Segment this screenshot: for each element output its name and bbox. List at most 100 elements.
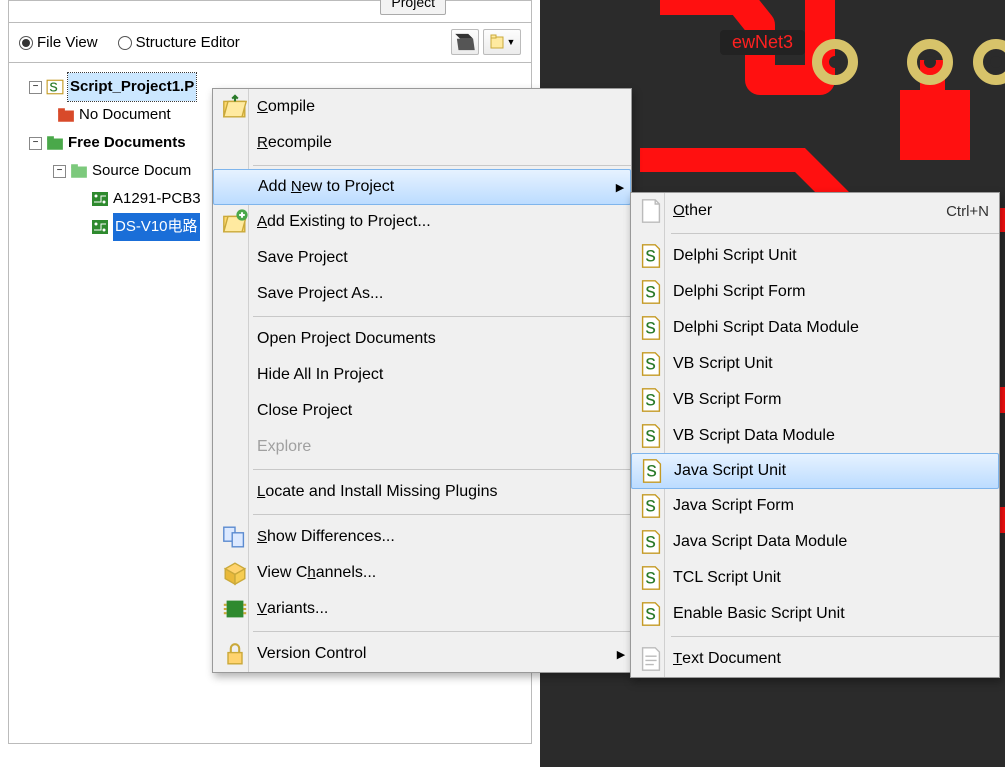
submenu-java-script-unit[interactable]: s Java Script Unit <box>631 453 999 489</box>
submenu-label: Text Document <box>673 650 999 668</box>
menu-open-project-documents[interactable]: Open Project Documents <box>213 321 631 357</box>
script-doc-icon: s <box>637 492 665 520</box>
menu-label: View Channels... <box>257 564 631 582</box>
submenu-label: Java Script Form <box>673 497 999 515</box>
submenu-arrow-icon: ▶ <box>611 648 631 661</box>
menu-separator <box>253 631 631 632</box>
radio-checked-icon <box>19 36 33 50</box>
menu-label: Locate and Install Missing Plugins <box>257 483 631 501</box>
menu-separator <box>671 233 999 234</box>
menu-add-existing[interactable]: Add Existing to Project... <box>213 204 631 240</box>
script-doc-icon: s <box>637 564 665 592</box>
script-doc-icon: s <box>637 600 665 628</box>
tree-root-label: Script_Project1.P <box>68 73 196 101</box>
chip-icon <box>221 595 249 623</box>
menu-explore: Explore <box>213 429 631 465</box>
menu-label: Save Project As... <box>257 285 631 303</box>
svg-text:s: s <box>645 352 656 375</box>
pcb-doc-icon <box>91 190 109 208</box>
submenu-tcl-unit[interactable]: s TCL Script Unit <box>631 560 999 596</box>
script-doc-icon: s <box>637 278 665 306</box>
file-view-label: File View <box>37 34 98 51</box>
submenu-vb-form[interactable]: s VB Script Form <box>631 382 999 418</box>
menu-hide-all[interactable]: Hide All In Project <box>213 357 631 393</box>
add-new-submenu: Other Ctrl+N s Delphi Script Unit s Delp… <box>630 192 1000 678</box>
project-button[interactable]: Project <box>380 0 446 15</box>
document-icon <box>637 197 665 225</box>
svg-text:s: s <box>646 459 657 482</box>
svg-text:s: s <box>645 424 656 447</box>
script-doc-icon: s <box>637 386 665 414</box>
toolbar-button-1[interactable] <box>451 29 479 55</box>
structure-editor-radio[interactable]: Structure Editor <box>118 34 240 51</box>
submenu-label: TCL Script Unit <box>673 569 999 587</box>
submenu-delphi-unit[interactable]: s Delphi Script Unit <box>631 238 999 274</box>
submenu-delphi-form[interactable]: s Delphi Script Form <box>631 274 999 310</box>
submenu-text-document[interactable]: Text Document <box>631 641 999 677</box>
cube-icon <box>221 559 249 587</box>
menu-add-new-to-project[interactable]: Add New to Project ▶ <box>213 169 631 205</box>
menu-separator <box>671 636 999 637</box>
submenu-label: Other <box>673 202 946 220</box>
folder-open-icon <box>221 93 249 121</box>
compare-icon <box>221 523 249 551</box>
svg-text:s: s <box>645 388 656 411</box>
menu-view-channels[interactable]: View Channels... <box>213 555 631 591</box>
menu-recompile[interactable]: Recompile <box>213 125 631 161</box>
submenu-java-script-data-module[interactable]: s Java Script Data Module <box>631 524 999 560</box>
svg-text:s: s <box>645 602 656 625</box>
menu-show-differences[interactable]: Show Differences... <box>213 519 631 555</box>
submenu-other[interactable]: Other Ctrl+N <box>631 193 999 229</box>
menu-label: Add Existing to Project... <box>257 213 631 231</box>
submenu-label: VB Script Unit <box>673 355 999 373</box>
folder-icon <box>57 106 75 124</box>
tree-item-label: DS-V10电路 <box>113 213 200 241</box>
tree-item-label: Free Documents <box>68 129 186 157</box>
script-doc-icon: s <box>637 314 665 342</box>
menu-label: Recompile <box>257 134 631 152</box>
menu-variants[interactable]: Variants... <box>213 591 631 627</box>
submenu-enable-basic-unit[interactable]: s Enable Basic Script Unit <box>631 596 999 632</box>
submenu-label: Delphi Script Data Module <box>673 319 999 337</box>
text-doc-icon <box>637 645 665 673</box>
menu-separator <box>253 165 631 166</box>
file-view-radio[interactable]: File View <box>19 34 98 51</box>
submenu-delphi-data-module[interactable]: s Delphi Script Data Module <box>631 310 999 346</box>
svg-text:s: s <box>645 494 656 517</box>
view-mode-row: File View Structure Editor ▼ <box>9 23 531 63</box>
submenu-vb-unit[interactable]: s VB Script Unit <box>631 346 999 382</box>
structure-editor-label: Structure Editor <box>136 34 240 51</box>
tree-collapse-icon[interactable]: − <box>53 165 66 178</box>
script-doc-icon: s <box>637 528 665 556</box>
folder-icon <box>70 162 88 180</box>
menu-locate-plugins[interactable]: Locate and Install Missing Plugins <box>213 474 631 510</box>
radio-unchecked-icon <box>118 36 132 50</box>
folder-icon <box>46 134 64 152</box>
svg-text:s: s <box>645 244 656 267</box>
menu-compile[interactable]: Compile <box>213 89 631 125</box>
tree-collapse-icon[interactable]: − <box>29 137 42 150</box>
menu-version-control[interactable]: Version Control ▶ <box>213 636 631 672</box>
menu-separator <box>253 469 631 470</box>
submenu-label: VB Script Data Module <box>673 427 999 445</box>
net-label: ewNet3 <box>720 30 805 55</box>
submenu-label: VB Script Form <box>673 391 999 409</box>
submenu-label: Enable Basic Script Unit <box>673 605 999 623</box>
submenu-java-script-form[interactable]: s Java Script Form <box>631 488 999 524</box>
menu-label: Version Control <box>257 645 611 663</box>
menu-label: Compile <box>257 98 631 116</box>
menu-save-project[interactable]: Save Project <box>213 240 631 276</box>
menu-close-project[interactable]: Close Project <box>213 393 631 429</box>
tree-collapse-icon[interactable]: − <box>29 81 42 94</box>
menu-separator <box>253 514 631 515</box>
submenu-vb-data-module[interactable]: s VB Script Data Module <box>631 418 999 454</box>
menu-separator <box>253 316 631 317</box>
submenu-label: Java Script Unit <box>674 462 998 480</box>
tree-item-label: Source Docum <box>92 157 191 185</box>
chevron-down-icon: ▼ <box>507 37 516 47</box>
menu-label: Open Project Documents <box>257 330 631 348</box>
toolbar-button-2[interactable]: ▼ <box>483 29 521 55</box>
submenu-label: Java Script Data Module <box>673 533 999 551</box>
submenu-arrow-icon: ▶ <box>610 181 630 194</box>
menu-save-project-as[interactable]: Save Project As... <box>213 276 631 312</box>
